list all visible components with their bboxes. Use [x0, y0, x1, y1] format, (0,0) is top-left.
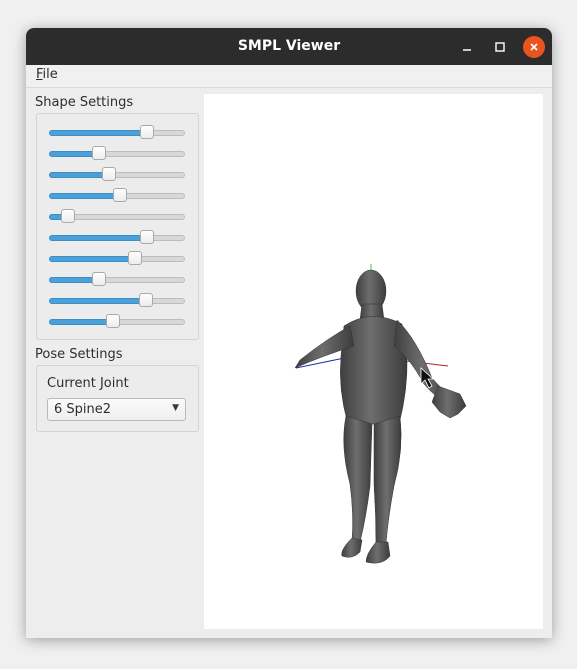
shape-slider-5[interactable] [49, 208, 185, 224]
slider-fill [49, 130, 149, 136]
current-joint-value: 6 Spine2 [54, 402, 112, 417]
3d-viewport[interactable] [204, 94, 543, 629]
shape-settings-label: Shape Settings [35, 95, 134, 110]
shape-slider-2[interactable] [49, 145, 185, 161]
maximize-icon [495, 42, 505, 52]
slider-handle[interactable] [61, 209, 75, 223]
title-bar[interactable]: SMPL Viewer [26, 28, 552, 65]
shape-settings-group [36, 113, 199, 340]
slider-handle[interactable] [92, 272, 106, 286]
shape-slider-1[interactable] [49, 124, 185, 140]
slider-handle[interactable] [113, 188, 127, 202]
body-mesh [294, 269, 467, 564]
slider-handle[interactable] [128, 251, 142, 265]
menu-file-label: ile [42, 67, 58, 82]
close-button[interactable] [523, 36, 545, 58]
slider-fill [49, 256, 137, 262]
shape-slider-10[interactable] [49, 313, 185, 329]
slider-fill [49, 193, 122, 199]
menu-file[interactable]: File [36, 67, 58, 82]
current-joint-label: Current Joint [47, 376, 129, 391]
pose-settings-label: Pose Settings [35, 347, 123, 362]
shape-slider-3[interactable] [49, 166, 185, 182]
shape-slider-9[interactable] [49, 292, 185, 308]
close-icon [530, 43, 538, 51]
slider-fill [49, 298, 148, 304]
minimize-icon [463, 49, 471, 51]
app-window: SMPL Viewer File Shape Settings Pose Set… [26, 28, 552, 638]
maximize-button[interactable] [489, 36, 511, 58]
slider-handle[interactable] [140, 125, 154, 139]
menu-bar: File [26, 65, 552, 88]
shape-slider-4[interactable] [49, 187, 185, 203]
chevron-down-icon: ▼ [172, 403, 179, 413]
shape-slider-8[interactable] [49, 271, 185, 287]
slider-handle[interactable] [140, 230, 154, 244]
slider-fill [49, 235, 149, 241]
slider-handle[interactable] [139, 293, 153, 307]
slider-handle[interactable] [92, 146, 106, 160]
shape-slider-7[interactable] [49, 250, 185, 266]
shape-slider-6[interactable] [49, 229, 185, 245]
minimize-button[interactable] [456, 36, 478, 58]
slider-handle[interactable] [102, 167, 116, 181]
current-joint-dropdown[interactable]: 6 Spine2 ▼ [47, 398, 186, 421]
smpl-body-render [294, 264, 467, 564]
slider-handle[interactable] [106, 314, 120, 328]
pose-settings-group: Current Joint 6 Spine2 ▼ [36, 365, 199, 432]
